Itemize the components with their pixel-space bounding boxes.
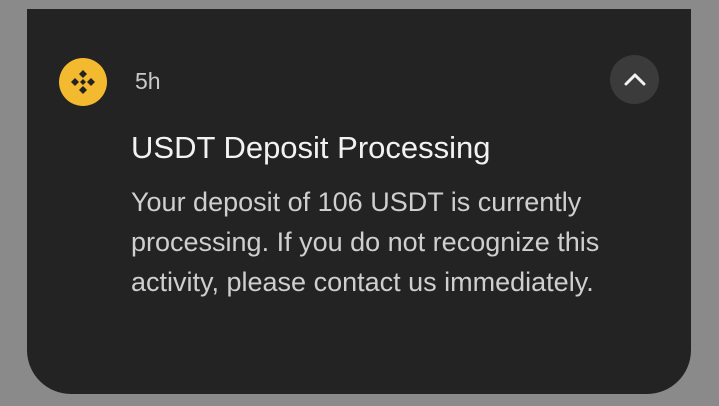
notification-body-line: activity, please contact us immediately. [131, 267, 594, 297]
notification-time: 5h [135, 68, 161, 94]
notification-body-line: processing. If you do not recognize this [131, 227, 600, 257]
notification-body-line: Your deposit of 106 USDT is currently [131, 187, 582, 217]
chevron-up-icon [624, 73, 645, 85]
notification-body: Your deposit of 106 USDT is currently pr… [131, 182, 671, 302]
notification-title: USDT Deposit Processing [131, 130, 491, 165]
binance-logo-icon [59, 58, 107, 106]
collapse-button[interactable] [610, 55, 659, 104]
notification-card[interactable]: 5h USDT Deposit Processing Your deposit … [27, 9, 691, 394]
